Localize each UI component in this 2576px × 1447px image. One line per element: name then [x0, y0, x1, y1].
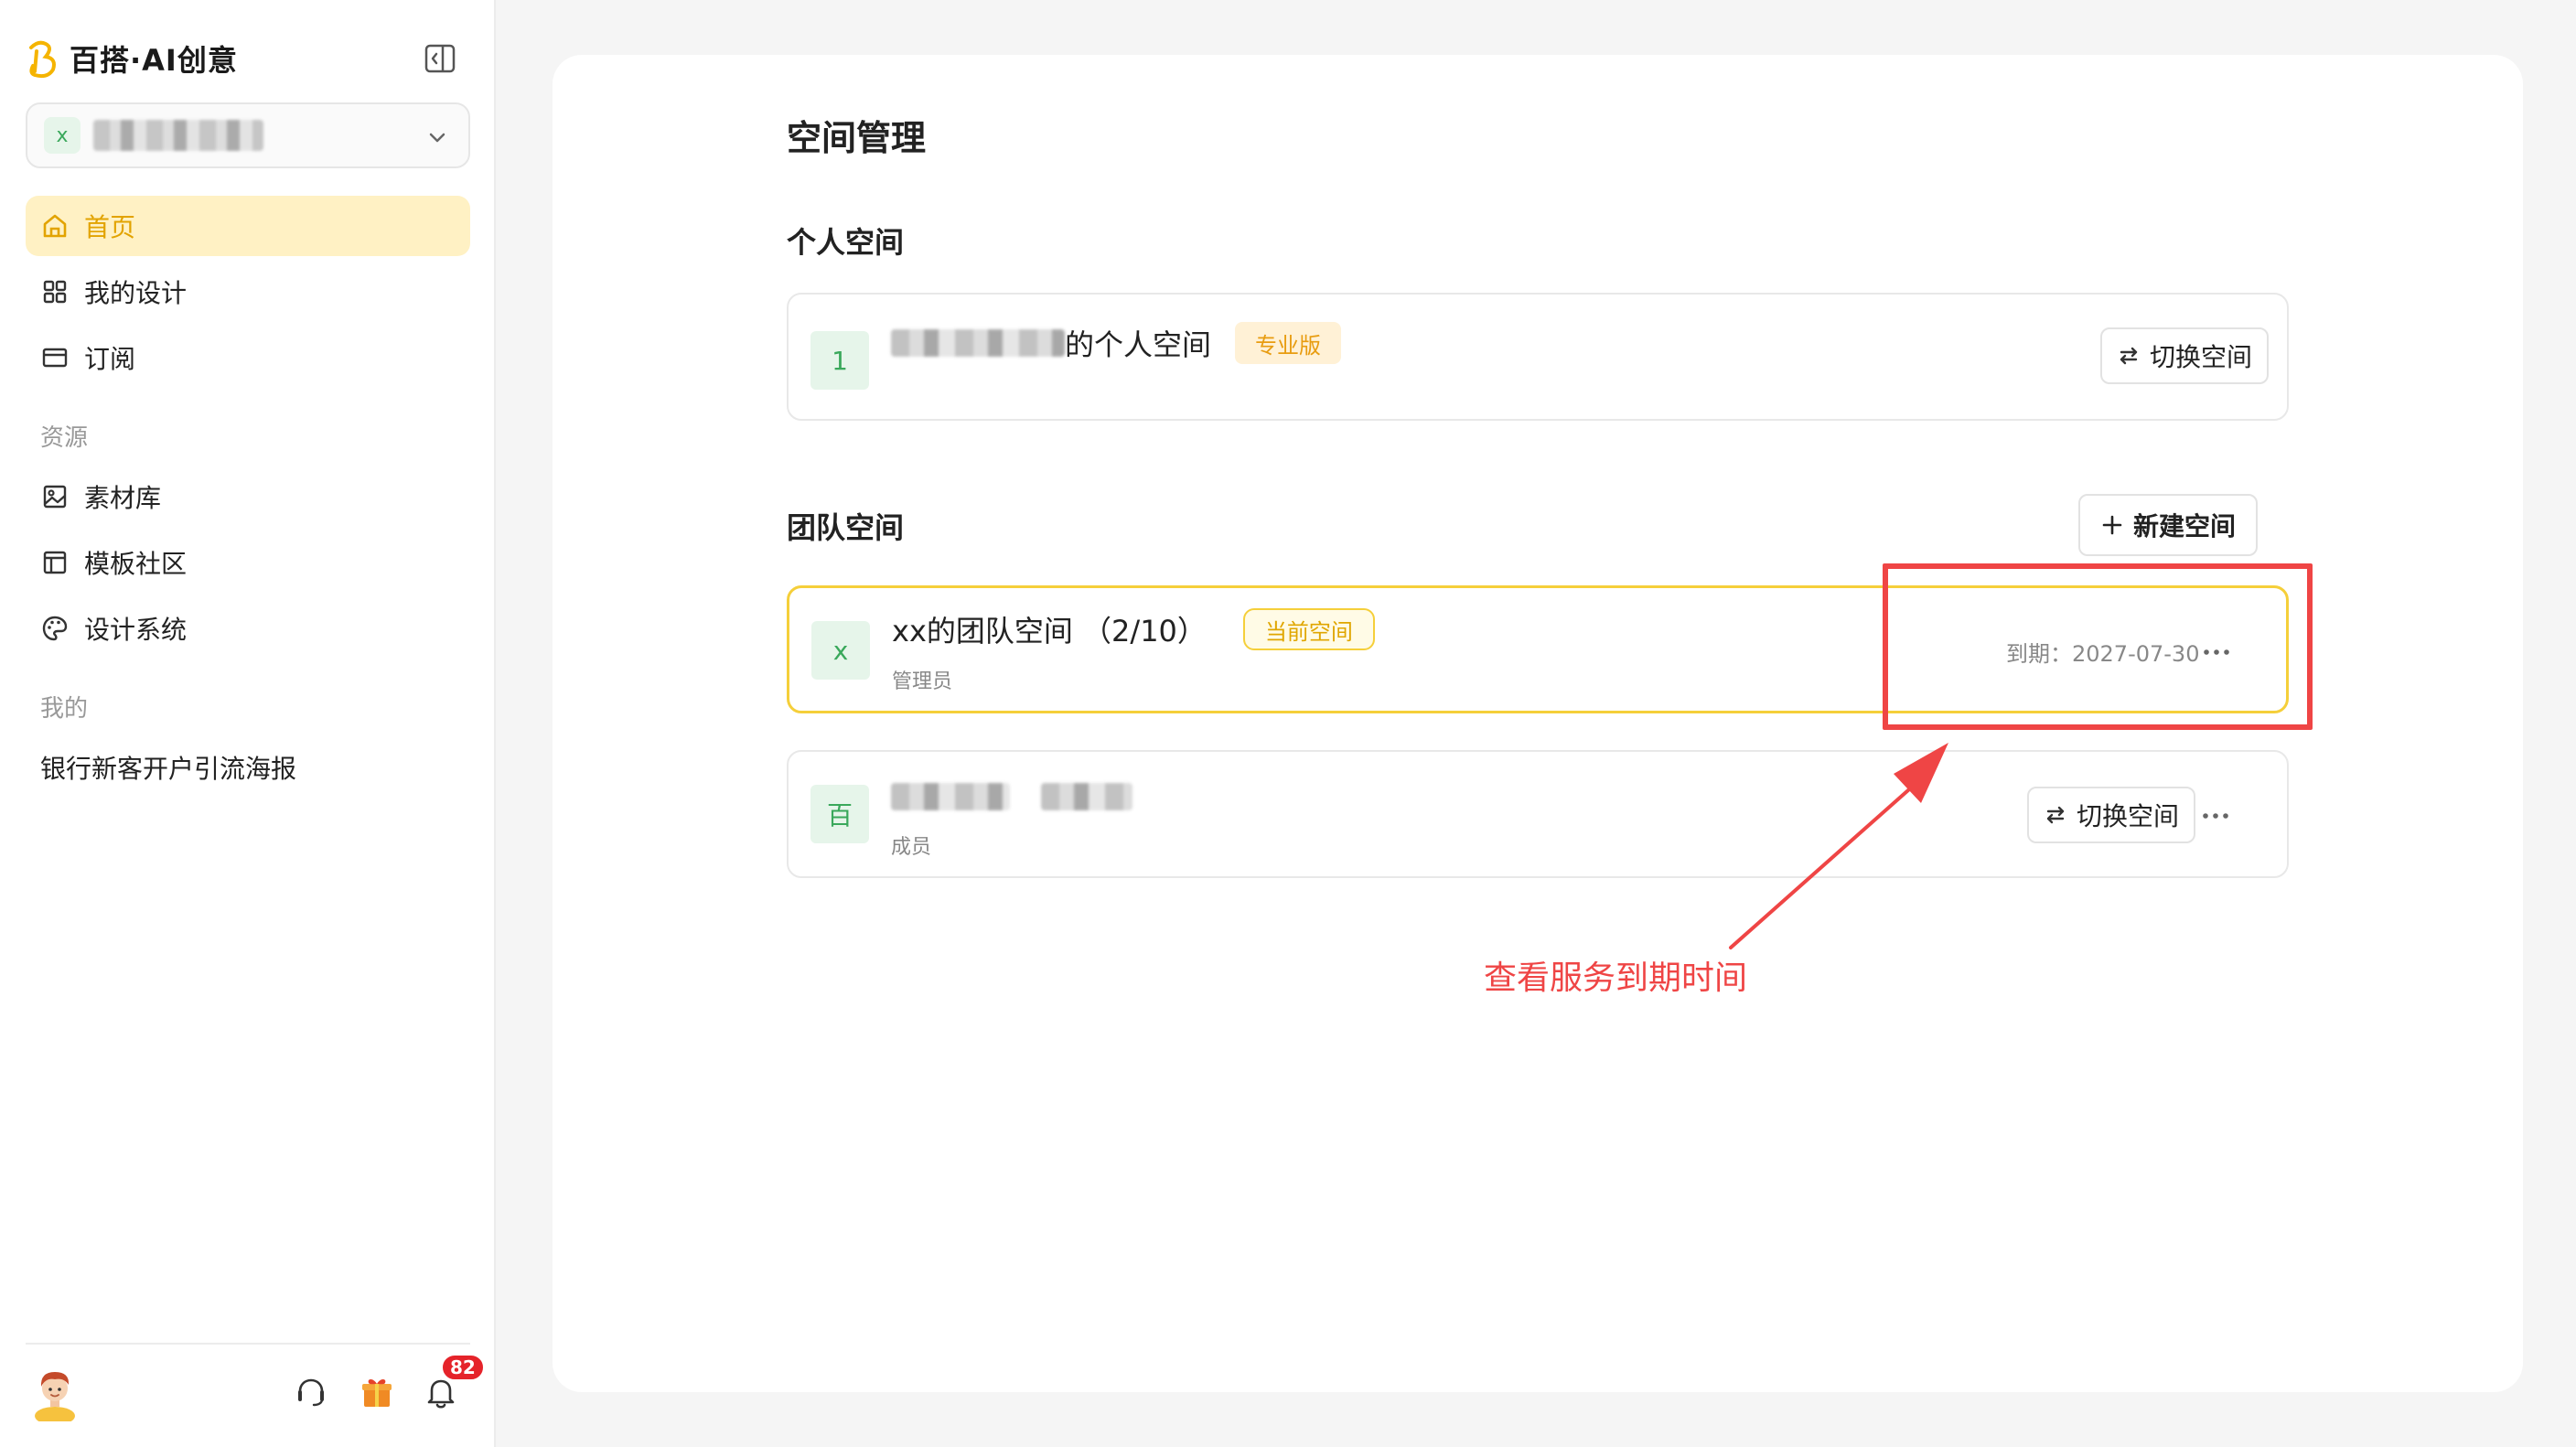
nav-item-my-designs[interactable]: 我的设计	[26, 262, 470, 322]
chevron-down-icon	[429, 133, 445, 143]
more-icon	[2203, 813, 2228, 819]
nav-section-mine: 我的	[40, 694, 89, 723]
home-icon	[43, 214, 67, 238]
brand-title: 百搭·AI创意	[70, 43, 238, 78]
collapse-sidebar-icon[interactable]	[423, 42, 457, 75]
nav-item-design-system[interactable]: 设计系统	[26, 598, 470, 659]
page-title: 空间管理	[787, 118, 927, 158]
space-avatar: 1	[810, 331, 869, 390]
space-avatar: 百	[810, 785, 869, 843]
plan-tag: 专业版	[1235, 322, 1342, 364]
switch-space-button[interactable]: 切换空间	[2100, 327, 2270, 384]
personal-space-card: 1 的个人空间 专业版 切换空间	[787, 293, 2289, 421]
nav-section-resources: 资源	[40, 423, 89, 452]
space-role: 成员	[891, 836, 932, 859]
space-title-row: xx的团队空间 （2/10） 当前空间	[892, 606, 1375, 652]
space-title-row	[891, 774, 1132, 820]
nav-item-label: 订阅	[84, 344, 136, 374]
team-space-card[interactable]: 百 成员 切换空间	[787, 750, 2289, 878]
palette-icon	[42, 616, 68, 641]
nav-item-assets[interactable]: 素材库	[26, 466, 470, 527]
space-name-redacted	[1041, 783, 1132, 810]
nav-item-templates[interactable]: 模板社区	[26, 532, 470, 593]
grid-icon	[43, 280, 67, 304]
space-title: 的个人空间	[1065, 327, 1212, 362]
user-avatar[interactable]	[29, 1363, 80, 1421]
space-avatar: x	[811, 621, 870, 680]
current-space-tag: 当前空间	[1242, 608, 1375, 650]
nav-item-subscription[interactable]: 订阅	[26, 327, 470, 388]
nav-item-label: 设计系统	[84, 615, 188, 645]
notification-badge: 82	[441, 1354, 485, 1381]
more-options-button[interactable]	[2195, 799, 2236, 832]
new-space-button[interactable]: 新建空间	[2078, 494, 2259, 556]
switch-space-label: 切换空间	[2150, 342, 2253, 372]
space-title: xx的团队空间 （2/10）	[892, 614, 1207, 648]
annotation-text: 查看服务到期时间	[1484, 959, 1748, 997]
swap-icon	[2120, 347, 2138, 365]
new-space-label: 新建空间	[2133, 511, 2237, 541]
switch-space-button[interactable]: 切换空间	[2027, 787, 2196, 843]
nav-item-my-project[interactable]: 银行新客开户引流海报	[26, 737, 470, 798]
owner-name-redacted	[891, 329, 1065, 357]
image-icon	[43, 485, 67, 509]
nav-item-label: 我的设计	[84, 278, 188, 308]
gift-icon[interactable]	[357, 1372, 397, 1412]
annotation-highlight-box	[1883, 563, 2313, 730]
nav-item-label: 首页	[84, 212, 136, 242]
space-name-redacted	[891, 783, 1010, 810]
workspace-name-redacted	[93, 120, 263, 151]
nav-item-label: 模板社区	[84, 549, 188, 579]
personal-space-heading: 个人空间	[787, 225, 905, 260]
team-space-heading: 团队空间	[787, 510, 905, 545]
sidebar: 百搭·AI创意 x 首页 我的设计 订阅 资源 素材库 模板社区 设计系统 我的…	[0, 0, 496, 1447]
workspace-avatar: x	[44, 117, 80, 154]
card-icon	[42, 348, 68, 368]
nav-item-label: 素材库	[84, 483, 162, 513]
template-icon	[43, 551, 67, 574]
space-title-row: 的个人空间 专业版	[891, 320, 1342, 366]
headset-icon[interactable]	[291, 1372, 331, 1412]
switch-space-label: 切换空间	[2077, 801, 2180, 831]
brand[interactable]: 百搭·AI创意	[26, 37, 238, 80]
sidebar-footer: 82	[26, 1343, 485, 1447]
swap-icon	[2046, 806, 2065, 824]
space-role: 管理员	[892, 670, 953, 693]
sidebar-nav: 首页 我的设计 订阅 资源 素材库 模板社区 设计系统 我的 银行新客开户引流海…	[26, 196, 470, 798]
nav-item-home[interactable]: 首页	[26, 196, 470, 256]
plus-icon	[2102, 515, 2122, 535]
brand-logo-icon	[29, 40, 56, 79]
workspace-selector[interactable]: x	[26, 102, 470, 168]
